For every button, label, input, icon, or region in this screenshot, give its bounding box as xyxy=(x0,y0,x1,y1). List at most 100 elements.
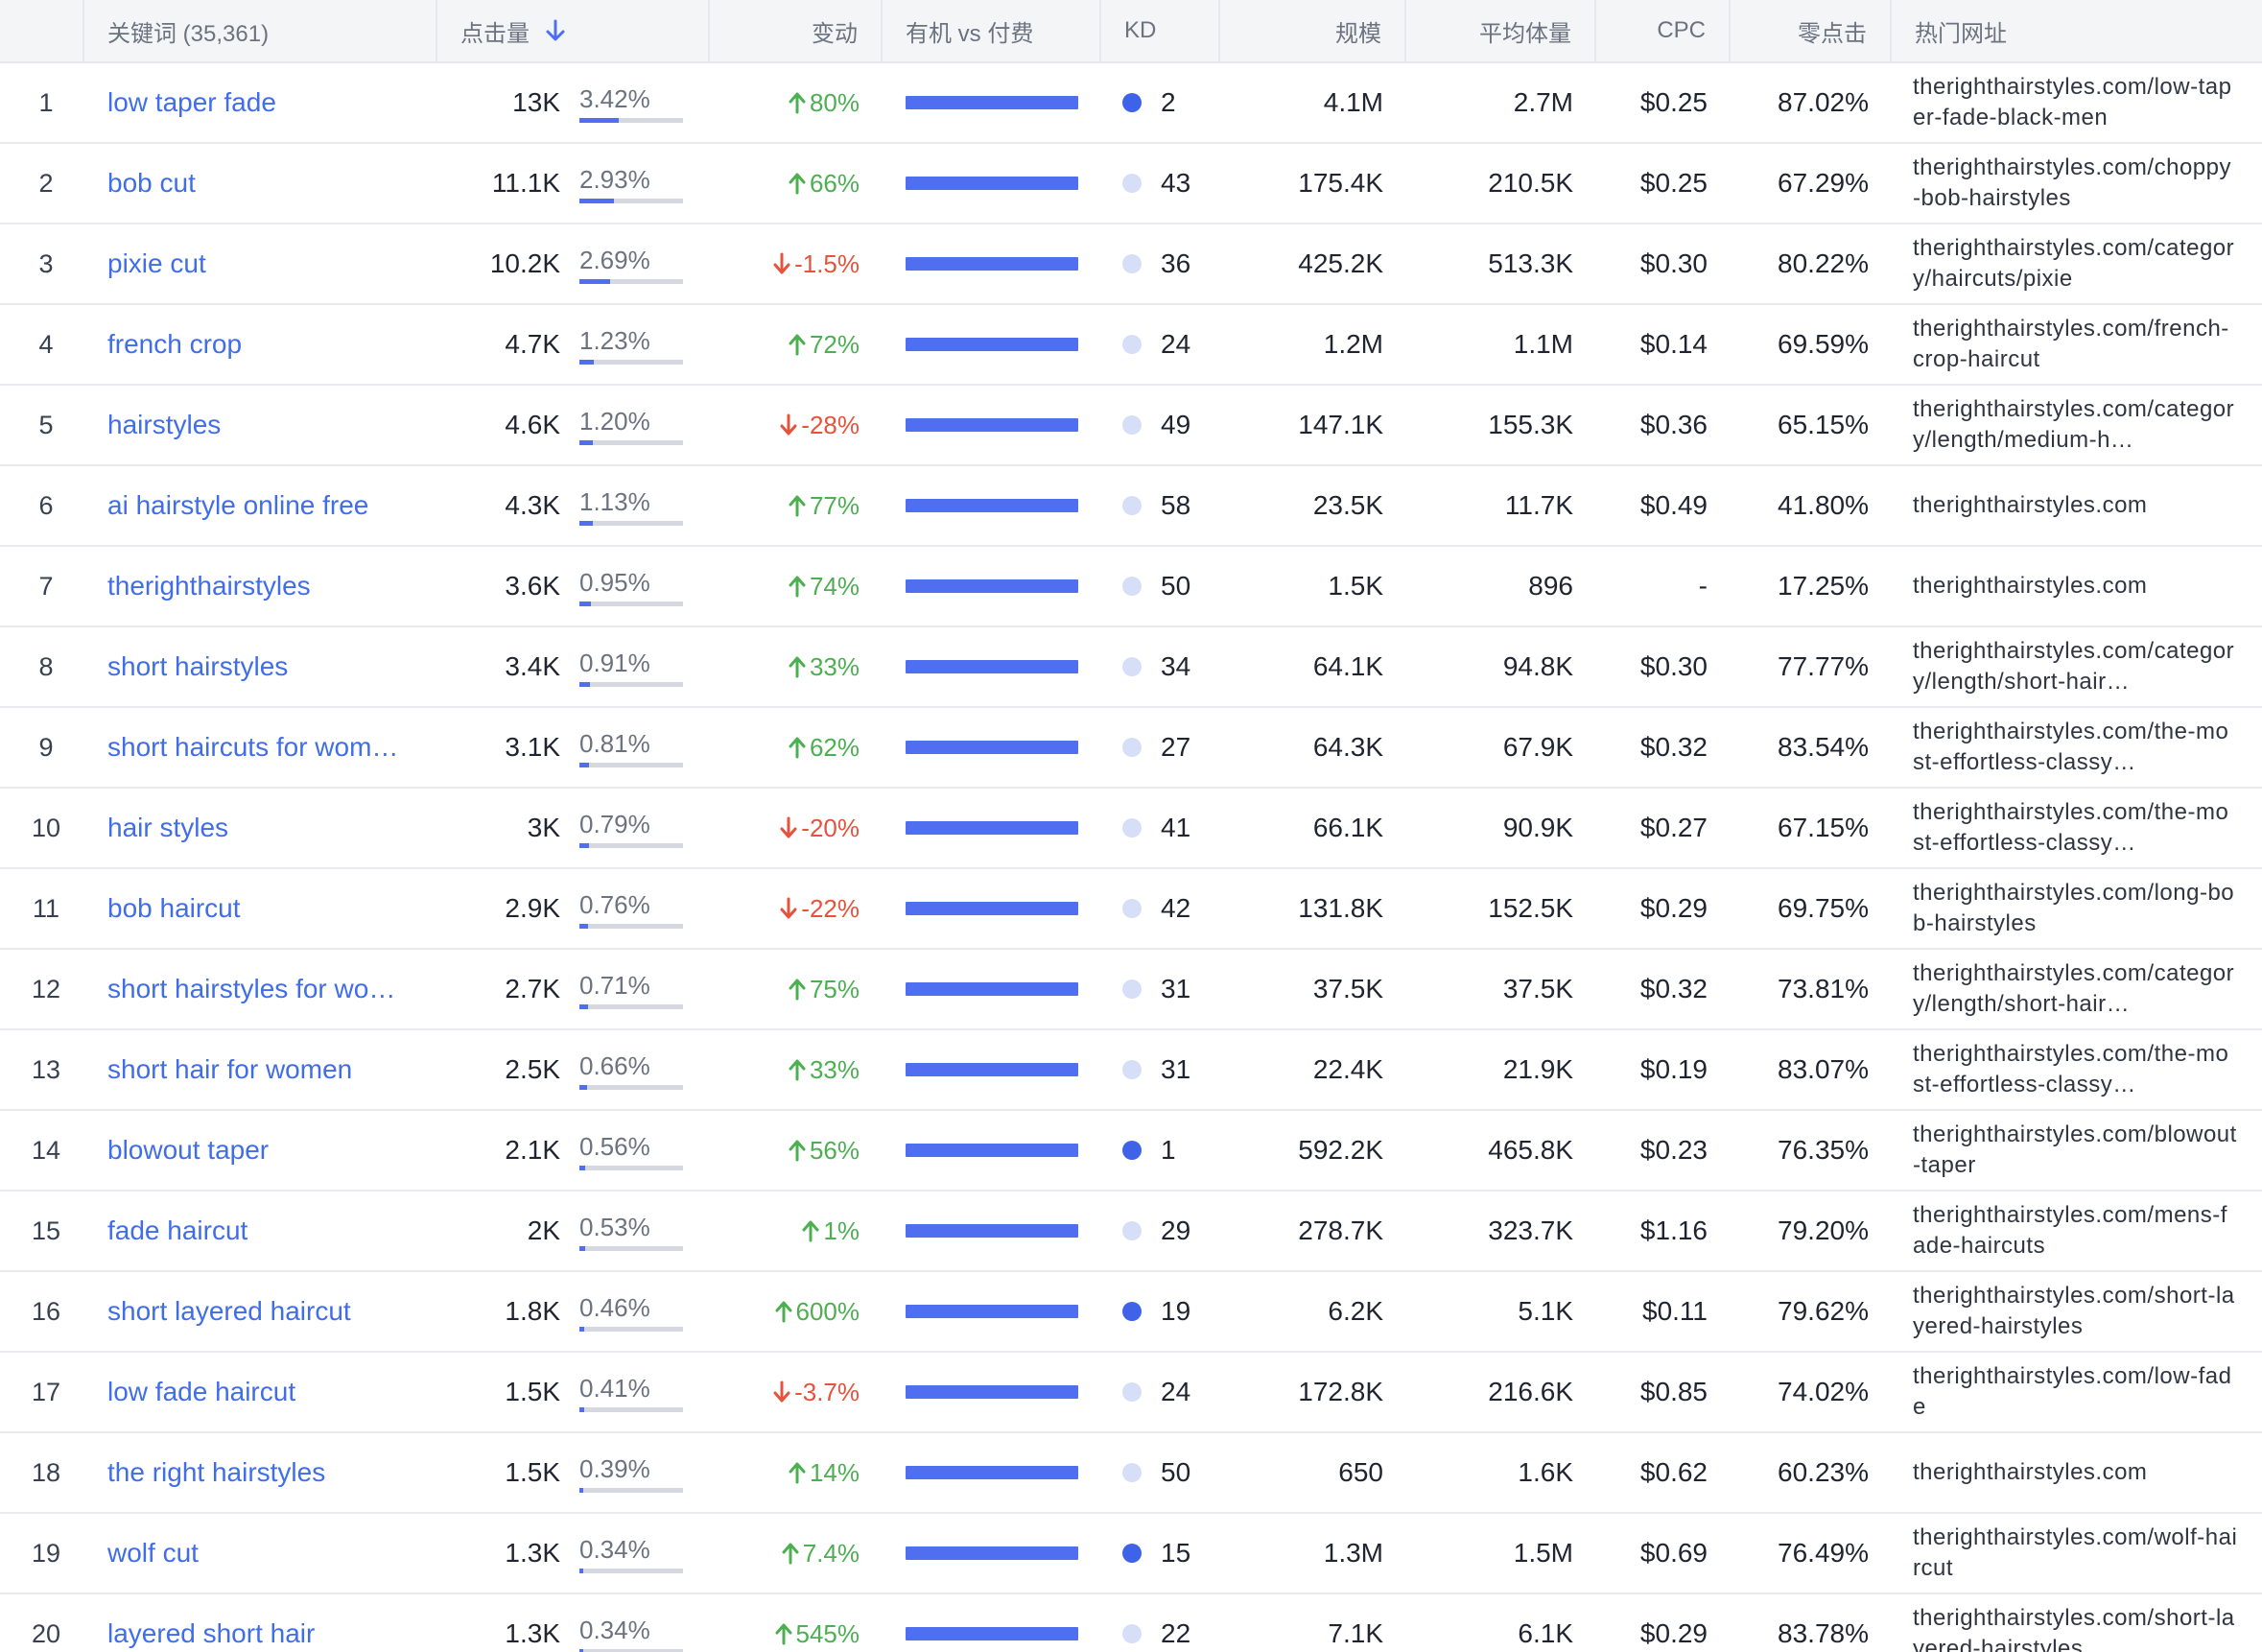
table-row[interactable]: 19 wolf cut 1.3K 0.34% 7.4% 15 1.3M 1.5M… xyxy=(0,1514,2262,1594)
kd-value: 50 xyxy=(1122,1433,1228,1512)
top-url-link[interactable]: therighthairstyles.com/blowout-taper xyxy=(1913,1111,2239,1190)
click-share-text: 0.95% xyxy=(579,567,650,597)
table-row[interactable]: 3 pixie cut 10.2K 2.69% -1.5% 36 425.2K … xyxy=(0,224,2262,305)
top-url-link[interactable]: therighthairstyles.com xyxy=(1913,466,2239,545)
header-kd[interactable]: KD xyxy=(1101,0,1220,61)
keyword-link[interactable]: short layered haircut xyxy=(107,1272,414,1351)
kd-dot-icon xyxy=(1122,818,1142,838)
table-row[interactable]: 18 the right hairstyles 1.5K 0.39% 14% 5… xyxy=(0,1433,2262,1514)
table-row[interactable]: 20 layered short hair 1.3K 0.34% 545% 22… xyxy=(0,1594,2262,1652)
click-share-text: 2.69% xyxy=(579,245,650,274)
kd-dot-icon xyxy=(1122,979,1142,999)
top-url-link[interactable]: therighthairstyles.com xyxy=(1913,547,2239,625)
header-change[interactable]: 变动 xyxy=(710,0,883,61)
header-clicks[interactable]: 点击量 xyxy=(437,0,710,61)
header-top-url[interactable]: 热门网址 xyxy=(1892,0,2262,61)
top-url-link[interactable]: therighthairstyles.com/the-most-effortle… xyxy=(1913,1030,2239,1109)
sort-arrow-down-icon[interactable] xyxy=(545,19,566,42)
keyword-link[interactable]: pixie cut xyxy=(107,224,414,303)
keyword-table: 关键词 (35,361) 点击量 变动 有机 vs 付费 KD 规模 平均体量 … xyxy=(0,0,2262,1652)
keyword-link[interactable]: short hairstyles for wo… xyxy=(107,950,414,1028)
table-row[interactable]: 13 short hair for women 2.5K 0.66% 33% 3… xyxy=(0,1030,2262,1111)
top-url-link[interactable]: therighthairstyles.com/the-most-effortle… xyxy=(1913,789,2239,867)
top-url-link[interactable]: therighthairstyles.com/mens-fade-haircut… xyxy=(1913,1192,2239,1270)
table-row[interactable]: 5 hairstyles 4.6K 1.20% -28% 49 147.1K 1… xyxy=(0,386,2262,466)
organic-vs-paid-bar xyxy=(906,144,1078,223)
keyword-link[interactable]: short hairstyles xyxy=(107,627,414,706)
top-url-link[interactable]: therighthairstyles.com/short-layered-hai… xyxy=(1913,1272,2239,1351)
top-url-link[interactable]: therighthairstyles.com/low-taper-fade-bl… xyxy=(1913,63,2239,142)
keyword-link[interactable]: low fade haircut xyxy=(107,1353,414,1431)
header-cpc[interactable]: CPC xyxy=(1596,0,1731,61)
kd-value: 22 xyxy=(1122,1594,1228,1652)
cpc-value: $1.16 xyxy=(1639,1215,1708,1245)
header-volume[interactable]: 规模 xyxy=(1220,0,1406,61)
top-url-link[interactable]: therighthairstyles.com/category/length/m… xyxy=(1913,386,2239,464)
row-index: 12 xyxy=(31,974,61,1003)
top-url-link[interactable]: therighthairstyles.com/category/length/s… xyxy=(1913,950,2239,1028)
keyword-link[interactable]: french crop xyxy=(107,305,414,384)
arrow-down-icon xyxy=(780,816,797,839)
header-keyword[interactable]: 关键词 (35,361) xyxy=(84,0,437,61)
table-row[interactable]: 6 ai hairstyle online free 4.3K 1.13% 77… xyxy=(0,466,2262,547)
clicks-value: 13K xyxy=(512,87,560,117)
keyword-link[interactable]: short haircuts for wom… xyxy=(107,708,414,787)
top-url-link[interactable]: therighthairstyles.com/long-bob-hairstyl… xyxy=(1913,869,2239,948)
table-row[interactable]: 15 fade haircut 2K 0.53% 1% 29 278.7K 32… xyxy=(0,1192,2262,1272)
table-row[interactable]: 7 therighthairstyles 3.6K 0.95% 74% 50 1… xyxy=(0,547,2262,627)
kd-dot-icon xyxy=(1122,1060,1142,1079)
kd-dot-icon xyxy=(1122,174,1142,193)
table-row[interactable]: 1 low taper fade 13K 3.42% 80% 2 4.1M 2.… xyxy=(0,63,2262,144)
organic-vs-paid-bar xyxy=(906,386,1078,464)
keyword-link[interactable]: ai hairstyle online free xyxy=(107,466,414,545)
top-url-link[interactable]: therighthairstyles.com/choppy-bob-hairst… xyxy=(1913,144,2239,223)
clicks-value: 2.1K xyxy=(505,1135,560,1165)
table-row[interactable]: 12 short hairstyles for wo… 2.7K 0.71% 7… xyxy=(0,950,2262,1030)
header-organic-vs-paid[interactable]: 有机 vs 付费 xyxy=(883,0,1101,61)
table-row[interactable]: 2 bob cut 11.1K 2.93% 66% 43 175.4K 210.… xyxy=(0,144,2262,224)
top-url-link[interactable]: therighthairstyles.com/low-fade xyxy=(1913,1353,2239,1431)
keyword-link[interactable]: fade haircut xyxy=(107,1192,414,1270)
top-url-link[interactable]: therighthairstyles.com/french-crop-hairc… xyxy=(1913,305,2239,384)
table-row[interactable]: 11 bob haircut 2.9K 0.76% -22% 42 131.8K… xyxy=(0,869,2262,950)
table-row[interactable]: 17 low fade haircut 1.5K 0.41% -3.7% 24 … xyxy=(0,1353,2262,1433)
kd-value: 29 xyxy=(1122,1192,1228,1270)
top-url-link[interactable]: therighthairstyles.com/category/haircuts… xyxy=(1913,224,2239,303)
organic-bar xyxy=(906,1546,1078,1560)
top-url-link[interactable]: therighthairstyles.com/the-most-effortle… xyxy=(1913,708,2239,787)
keyword-link[interactable]: hair styles xyxy=(107,789,414,867)
header-avg-volume[interactable]: 平均体量 xyxy=(1406,0,1596,61)
keyword-link[interactable]: short hair for women xyxy=(107,1030,414,1109)
top-url-link[interactable]: therighthairstyles.com/wolf-haircut xyxy=(1913,1514,2239,1593)
keyword-link[interactable]: bob cut xyxy=(107,144,414,223)
volume-value: 1.5K xyxy=(1328,571,1383,601)
keyword-link[interactable]: wolf cut xyxy=(107,1514,414,1593)
kd-value: 43 xyxy=(1122,144,1228,223)
avg-volume-value: 465.8K xyxy=(1488,1135,1573,1165)
keyword-link[interactable]: layered short hair xyxy=(107,1594,414,1652)
clicks-value: 2.7K xyxy=(505,974,560,1003)
header-zero-click[interactable]: 零点击 xyxy=(1731,0,1892,61)
keyword-link[interactable]: the right hairstyles xyxy=(107,1433,414,1512)
table-row[interactable]: 8 short hairstyles 3.4K 0.91% 33% 34 64.… xyxy=(0,627,2262,708)
keyword-link[interactable]: hairstyles xyxy=(107,386,414,464)
top-url-link[interactable]: therighthairstyles.com xyxy=(1913,1433,2239,1512)
top-url-link[interactable]: therighthairstyles.com/short-layered-hai… xyxy=(1913,1594,2239,1652)
table-row[interactable]: 14 blowout taper 2.1K 0.56% 56% 1 592.2K… xyxy=(0,1111,2262,1192)
table-row[interactable]: 16 short layered haircut 1.8K 0.46% 600%… xyxy=(0,1272,2262,1353)
table-row[interactable]: 4 french crop 4.7K 1.23% 72% 24 1.2M 1.1… xyxy=(0,305,2262,386)
table-body: 1 low taper fade 13K 3.42% 80% 2 4.1M 2.… xyxy=(0,63,2262,1652)
table-row[interactable]: 9 short haircuts for wom… 3.1K 0.81% 62%… xyxy=(0,708,2262,789)
top-url-text: therighthairstyles.com/low-fade xyxy=(1913,1363,2232,1420)
keyword-link[interactable]: therighthairstyles xyxy=(107,547,414,625)
arrow-up-icon xyxy=(789,333,806,356)
keyword-link[interactable]: bob haircut xyxy=(107,869,414,948)
top-url-link[interactable]: therighthairstyles.com/category/length/s… xyxy=(1913,627,2239,706)
clicks-value: 3K xyxy=(527,813,560,842)
keyword-link[interactable]: low taper fade xyxy=(107,63,414,142)
click-share-fill xyxy=(579,601,591,606)
clicks-value: 1.8K xyxy=(505,1296,560,1326)
click-share: 0.34% xyxy=(579,1514,685,1593)
table-row[interactable]: 10 hair styles 3K 0.79% -20% 41 66.1K 90… xyxy=(0,789,2262,869)
keyword-link[interactable]: blowout taper xyxy=(107,1111,414,1190)
